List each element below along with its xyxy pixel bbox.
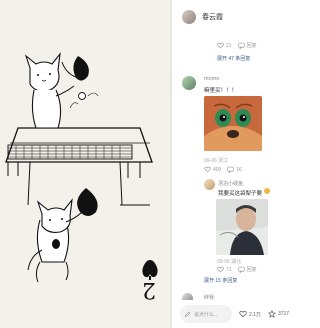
avatar[interactable] [182, 76, 196, 90]
username[interactable]: momo [204, 76, 219, 82]
star-icon [267, 310, 276, 318]
comment-actions: 21 回复 [217, 42, 257, 49]
comment-image-man[interactable] [216, 199, 268, 255]
reply-label[interactable]: 回复 [247, 42, 257, 49]
comment-meta: 09-06 湖北 [217, 259, 242, 265]
expand-replies-link[interactable]: 展开 15 条回复 [204, 277, 237, 284]
reply-count: 16 [236, 166, 242, 173]
bottom-action-bar: 说点什么... 2.1万 3717 [172, 300, 300, 328]
comment-actions: 400 16 [204, 166, 242, 173]
reply-label[interactable]: 回复 [247, 266, 257, 273]
comment-text: 嘛里买！！！ [204, 88, 238, 94]
avatar[interactable] [182, 10, 196, 24]
like-count: 71 [226, 266, 232, 273]
post-image-panel[interactable]: 2 [0, 0, 172, 328]
heart-icon[interactable] [204, 166, 211, 173]
comment-actions: 71 回复 [217, 266, 257, 273]
man-photo-image [216, 199, 268, 255]
pencil-icon [184, 311, 191, 317]
comment-image-fox[interactable] [204, 96, 262, 151]
like-button[interactable]: 2.1万 [239, 310, 261, 318]
username[interactable]: 春云霞 [202, 12, 223, 22]
card-rank: 2 [142, 277, 156, 302]
avatar[interactable] [204, 179, 215, 190]
like-count: 21 [226, 42, 232, 49]
reply-icon[interactable] [227, 166, 234, 173]
playing-card-illustration: 2 [0, 0, 170, 328]
heart-icon[interactable] [217, 42, 224, 49]
comment-text: 我要买这袋梨子要 [218, 191, 263, 197]
comment-meta: 09-06 浙江 [204, 158, 229, 164]
collect-button[interactable]: 3717 [267, 310, 290, 318]
total-likes: 2.1万 [249, 311, 261, 318]
spade-icon [142, 260, 158, 278]
fox-face-image [204, 96, 262, 151]
expand-replies-link[interactable]: 展开 47 条回复 [217, 55, 250, 62]
reply-icon[interactable] [237, 42, 245, 49]
like-count: 400 [213, 166, 222, 173]
comment-input[interactable]: 说点什么... [180, 305, 232, 323]
reply-icon[interactable] [237, 266, 245, 273]
username[interactable]: 漂泊小绒鱼 [218, 180, 243, 187]
comment-input-placeholder: 说点什么... [194, 311, 219, 318]
heart-icon[interactable] [217, 266, 224, 273]
comment-author-header[interactable]: 春云霞 [182, 10, 223, 24]
heart-icon [239, 310, 247, 318]
total-collects: 3717 [277, 311, 290, 317]
emoji-icon [264, 188, 270, 194]
